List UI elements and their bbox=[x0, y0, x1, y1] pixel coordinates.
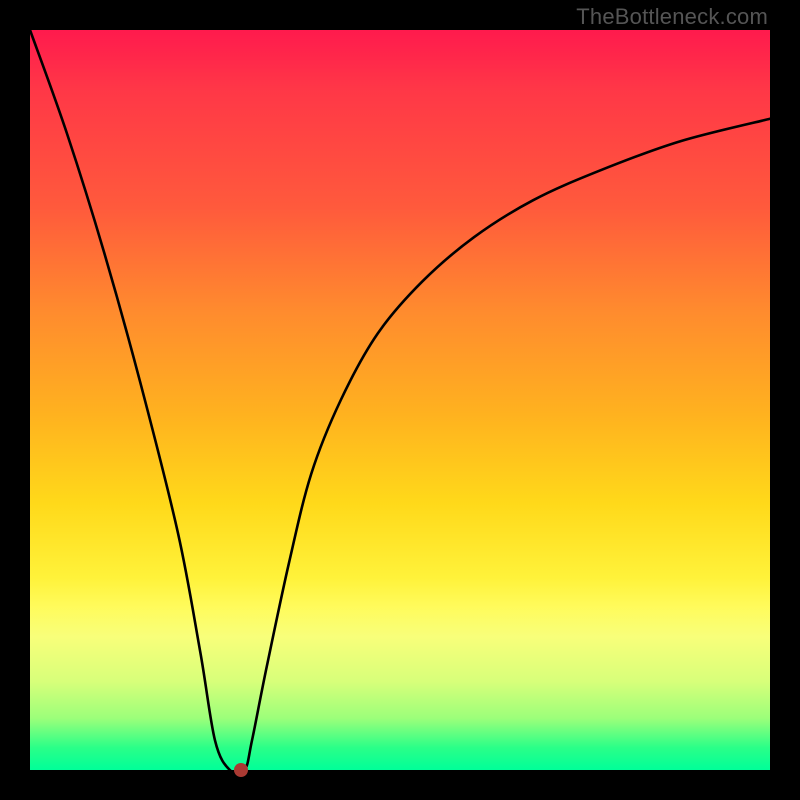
bottleneck-curve bbox=[30, 30, 770, 770]
curve-path bbox=[30, 30, 770, 774]
plot-area bbox=[30, 30, 770, 770]
chart-frame: TheBottleneck.com bbox=[0, 0, 800, 800]
min-point-marker bbox=[234, 763, 248, 777]
watermark-text: TheBottleneck.com bbox=[576, 4, 768, 30]
